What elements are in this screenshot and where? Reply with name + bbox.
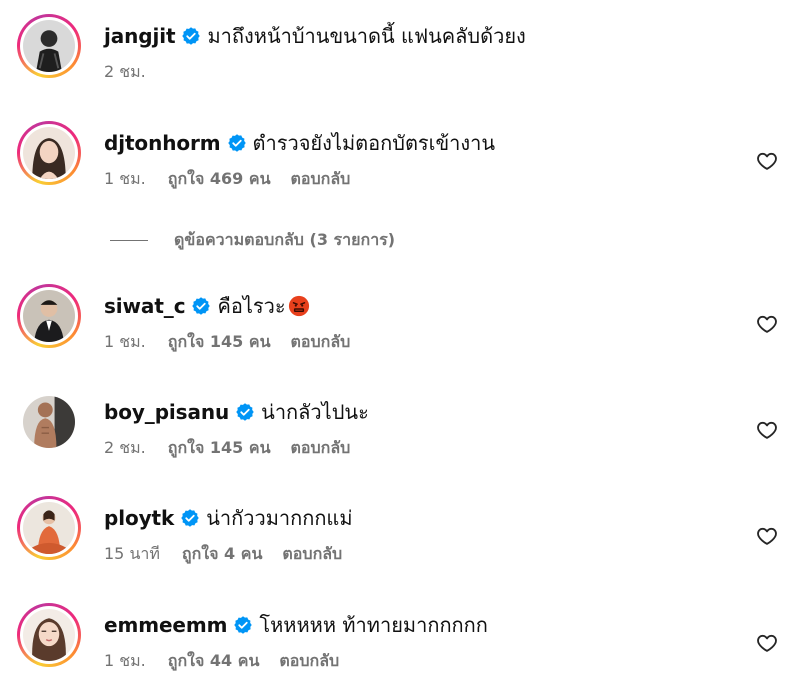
like-count[interactable]: ถูกใจ 145 คน xyxy=(168,330,271,355)
comment-header: emmeemm โหหหหห ท้าทายมากกกกก xyxy=(104,612,488,638)
comment-item: ploytk น่ากัววมากกกแม่ 15 นาที ถูกใจ 4 ค… xyxy=(0,496,800,576)
comment-time[interactable]: 2 ชม. xyxy=(104,60,146,85)
heart-outline-icon[interactable] xyxy=(756,525,778,547)
comment-time[interactable]: 1 ชม. xyxy=(104,167,146,192)
avatar[interactable] xyxy=(17,14,81,78)
like-count[interactable]: ถูกใจ 469 คน xyxy=(168,167,271,192)
comment-meta: 1 ชม. ถูกใจ 145 คน ตอบกลับ xyxy=(104,330,350,355)
heart-outline-icon[interactable] xyxy=(756,419,778,441)
verified-badge-icon xyxy=(181,26,201,46)
comment-item: djtonhorm ตำรวจยังไม่ตอกบัตรเข้างาน 1 ชม… xyxy=(0,121,800,201)
comment-text: น่ากัววมากกกแม่ xyxy=(206,506,353,530)
like-count[interactable]: ถูกใจ 145 คน xyxy=(168,436,271,461)
comment-text: มาถึงหน้าบ้านขนาดนี้ แฟนคลับด้วยง xyxy=(207,24,526,48)
avatar[interactable] xyxy=(17,496,81,560)
comment-time[interactable]: 2 ชม. xyxy=(104,436,146,461)
comment-meta: 15 นาที ถูกใจ 4 คน ตอบกลับ xyxy=(104,542,342,567)
comment-text: น่ากลัวไปนะ xyxy=(261,400,369,424)
verified-badge-icon xyxy=(233,615,253,635)
comment-item: emmeemm โหหหหห ท้าทายมากกกกก 1 ชม. ถูกใจ… xyxy=(0,603,800,683)
comment-time[interactable]: 1 ชม. xyxy=(104,330,146,355)
comment-meta: 1 ชม. ถูกใจ 44 คน ตอบกลับ xyxy=(104,649,339,674)
heart-outline-icon[interactable] xyxy=(756,150,778,172)
replies-divider xyxy=(110,240,148,241)
reply-button[interactable]: ตอบกลับ xyxy=(291,436,351,461)
comment-header: siwat_c คือไรวะ xyxy=(104,293,310,319)
reply-button[interactable]: ตอบกลับ xyxy=(291,330,351,355)
username-link[interactable]: ploytk xyxy=(104,505,174,531)
username-link[interactable]: boy_pisanu xyxy=(104,399,229,425)
username-link[interactable]: emmeemm xyxy=(104,612,227,638)
username-link[interactable]: siwat_c xyxy=(104,293,186,319)
comment-meta: 1 ชม. ถูกใจ 469 คน ตอบกลับ xyxy=(104,167,350,192)
comment-list: jangjit มาถึงหน้าบ้านขนาดนี้ แฟนคลับด้วย… xyxy=(0,0,800,683)
avatar[interactable] xyxy=(17,390,81,454)
like-count[interactable]: ถูกใจ 4 คน xyxy=(182,542,262,567)
comment-header: jangjit มาถึงหน้าบ้านขนาดนี้ แฟนคลับด้วย… xyxy=(104,23,526,49)
view-replies-label: ดูข้อความตอบกลับ (3 รายการ) xyxy=(174,230,396,249)
comment-item: boy_pisanu น่ากลัวไปนะ 2 ชม. ถูกใจ 145 ค… xyxy=(0,390,800,470)
reply-button[interactable]: ตอบกลับ xyxy=(282,542,342,567)
comment-text: ตำรวจยังไม่ตอกบัตรเข้างาน xyxy=(252,131,496,155)
heart-outline-icon[interactable] xyxy=(756,632,778,654)
comment-time[interactable]: 1 ชม. xyxy=(104,649,146,674)
comment-header: boy_pisanu น่ากลัวไปนะ xyxy=(104,399,369,425)
comment-item: siwat_c คือไรวะ 1 ชม. ถูกใจ 145 คน ตอบกล… xyxy=(0,284,800,364)
avatar[interactable] xyxy=(17,284,81,348)
like-count[interactable]: ถูกใจ 44 คน xyxy=(168,649,260,674)
username-link[interactable]: jangjit xyxy=(104,23,176,49)
comment-meta: 2 ชม. xyxy=(104,60,168,85)
comment-time[interactable]: 15 นาที xyxy=(104,542,160,567)
comment-text: คือไรวะ xyxy=(217,294,286,318)
reply-button[interactable]: ตอบกลับ xyxy=(279,649,339,674)
username-link[interactable]: djtonhorm xyxy=(104,130,221,156)
avatar[interactable] xyxy=(17,603,81,667)
avatar[interactable] xyxy=(17,121,81,185)
heart-outline-icon[interactable] xyxy=(756,313,778,335)
verified-badge-icon xyxy=(191,296,211,316)
verified-badge-icon xyxy=(180,508,200,528)
reply-button[interactable]: ตอบกลับ xyxy=(291,167,351,192)
angry-face-emoji xyxy=(288,295,310,317)
verified-badge-icon xyxy=(235,402,255,422)
view-replies-button[interactable]: ดูข้อความตอบกลับ (3 รายการ) xyxy=(110,228,395,253)
comment-text: โหหหหห ท้าทายมากกกกก xyxy=(259,613,488,637)
comment-meta: 2 ชม. ถูกใจ 145 คน ตอบกลับ xyxy=(104,436,350,461)
verified-badge-icon xyxy=(227,133,247,153)
comment-header: djtonhorm ตำรวจยังไม่ตอกบัตรเข้างาน xyxy=(104,130,495,156)
comment-header: ploytk น่ากัววมากกกแม่ xyxy=(104,505,353,531)
comment-item: jangjit มาถึงหน้าบ้านขนาดนี้ แฟนคลับด้วย… xyxy=(0,14,800,94)
